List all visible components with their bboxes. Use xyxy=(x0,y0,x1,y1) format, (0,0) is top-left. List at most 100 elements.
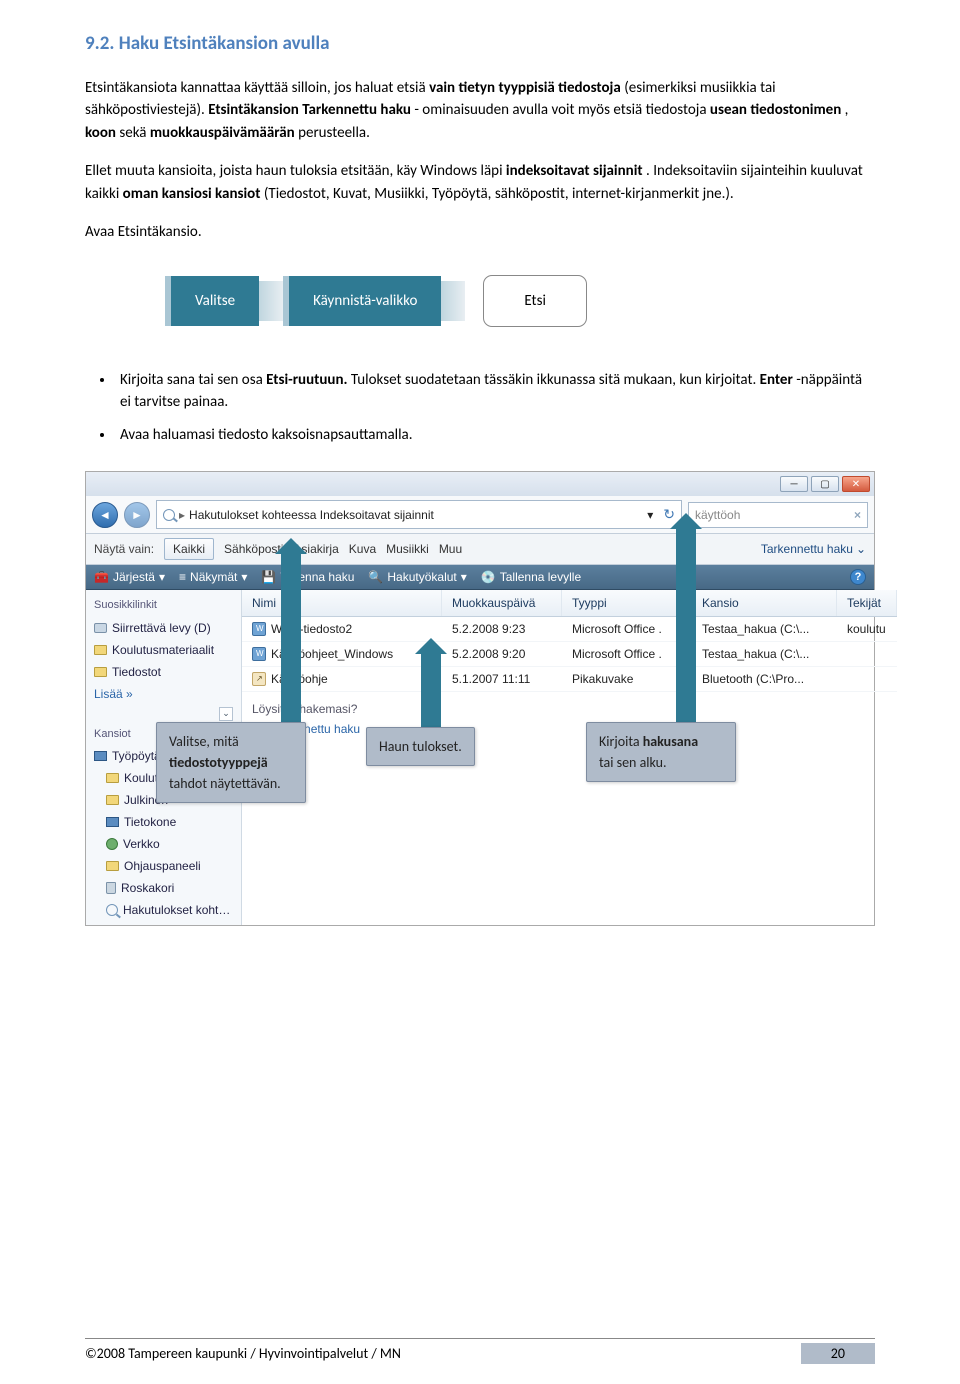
filter-image[interactable]: Kuva xyxy=(349,540,376,558)
explorer-screenshot: ─ ▢ ✕ ◄ ► ▸ Hakutulokset kohteessa Indek… xyxy=(85,471,875,926)
annotation-searchword: Kirjoita hakusana tai sen alku. xyxy=(586,722,736,782)
minimize-button[interactable]: ─ xyxy=(780,476,808,492)
burn-button[interactable]: 💿 Tallenna levylle xyxy=(481,568,581,586)
advanced-search-link[interactable]: Tarkennettu haku ⌄ xyxy=(761,540,866,558)
text-bold: oman kansiosi kansiot xyxy=(123,185,261,203)
col-folder[interactable]: Kansio xyxy=(692,590,837,616)
clear-search-icon[interactable]: × xyxy=(854,506,861,524)
organize-button[interactable]: 🧰 Järjestä ▾ xyxy=(94,568,165,586)
column-headers: Nimi Muokkauspäivä Tyyppi Kansio Tekijät xyxy=(242,590,897,617)
text-bold: muokkauspäivämäärän xyxy=(150,124,295,142)
help-button[interactable]: ? xyxy=(850,569,866,585)
text: Haun tulokset. xyxy=(379,738,462,755)
crumb-dropdown-icon[interactable]: ▾ xyxy=(647,506,653,524)
sidebar-item-control[interactable]: Ohjauspaneeli xyxy=(86,855,241,877)
filter-other[interactable]: Muu xyxy=(439,540,462,558)
save-search-button[interactable]: 💾 Tallenna haku xyxy=(261,568,354,586)
annotation-results: Haun tulokset. xyxy=(366,727,475,766)
bullet-item: Avaa haluamasi tiedosto kaksoisnapsautta… xyxy=(115,424,875,447)
chevron-down-icon: ⌄ xyxy=(856,540,866,558)
sidebar-favorites-header: Suosikkilinkit xyxy=(86,594,241,617)
results-area: Nimi Muokkauspäivä Tyyppi Kansio Tekijät… xyxy=(242,590,897,925)
filter-all[interactable]: Kaikki xyxy=(164,538,214,560)
text: Koulutusmateriaalit xyxy=(112,641,214,659)
search-input[interactable]: käyttöoh × xyxy=(688,502,868,528)
text: tahdot näytettävän. xyxy=(169,775,281,792)
forward-button[interactable]: ► xyxy=(124,502,150,528)
text: Tietokone xyxy=(124,813,176,831)
sidebar-collapse-button[interactable]: ⌄ xyxy=(219,707,233,721)
table-row[interactable]: Word-tiedosto2 5.2.2008 9:23 Microsoft O… xyxy=(242,617,897,642)
text: Verkko xyxy=(123,835,160,853)
paragraph-1: Etsintäkansiota kannattaa käyttää silloi… xyxy=(85,77,875,145)
cell-date: 5.2.2008 9:23 xyxy=(442,617,562,641)
text: Löysitkö hakemasi? xyxy=(252,702,357,716)
col-name[interactable]: Nimi xyxy=(242,590,442,616)
text: sekä xyxy=(119,124,149,142)
folder-icon xyxy=(94,667,107,677)
table-row[interactable]: Käyttöohjeet_Windows 5.2.2008 9:20 Micro… xyxy=(242,642,897,667)
crumb-text: Hakutulokset kohteessa Indeksoitavat sij… xyxy=(189,506,434,524)
views-button[interactable]: ≡ Näkymät ▾ xyxy=(179,568,247,586)
cell-type: Microsoft Office . xyxy=(562,642,692,666)
sidebar-item-removable[interactable]: Siirrettävä levy (D) xyxy=(86,617,241,639)
word-file-icon xyxy=(252,647,266,661)
text: perusteella. xyxy=(298,124,370,142)
paragraph-3: Avaa Etsintäkansio. xyxy=(85,221,875,244)
text: Tulokset suodatetaan tässäkin ikkunassa … xyxy=(351,371,760,389)
back-button[interactable]: ◄ xyxy=(92,502,118,528)
folder-icon xyxy=(94,645,107,655)
sidebar-item-network[interactable]: Verkko xyxy=(86,833,241,855)
folder-icon xyxy=(106,773,119,783)
paragraph-2: Ellet muuta kansioita, joista haun tulok… xyxy=(85,160,875,205)
filter-row: Näytä vain: Kaikki Sähköposti Asiakirja … xyxy=(86,534,874,565)
text: Roskakori xyxy=(121,879,174,897)
section-heading: 9.2. Haku Etsintäkansion avulla xyxy=(85,30,875,59)
maximize-button[interactable]: ▢ xyxy=(811,476,839,492)
refine-search-link[interactable]: Tarkennettu haku xyxy=(252,720,887,738)
cell-type: Microsoft Office . xyxy=(562,617,692,641)
sidebar-item-recycle[interactable]: Roskakori xyxy=(86,877,241,899)
annotation-filetypes: Valitse, mitä tiedostotyyppejä tahdot nä… xyxy=(156,722,306,803)
cell-folder: Testaa_hakua (C:\... xyxy=(692,617,837,641)
filter-label: Näytä vain: xyxy=(94,540,154,558)
search-tools-button[interactable]: 🔍 Hakutyökalut ▾ xyxy=(368,568,466,586)
sidebar-item-materials[interactable]: Koulutusmateriaalit xyxy=(86,639,241,661)
flow-step-2: Käynnistä-valikko xyxy=(283,276,441,327)
col-modified[interactable]: Muokkauspäivä xyxy=(442,590,562,616)
text: Tarkennettu haku xyxy=(761,540,853,558)
close-button[interactable]: ✕ xyxy=(842,476,870,492)
crumb-separator: ▸ xyxy=(179,506,185,524)
text-bold: koon xyxy=(85,124,116,142)
text: Ellet muuta kansioita, joista haun tulok… xyxy=(85,162,506,180)
window-titlebar: ─ ▢ ✕ xyxy=(86,472,874,496)
col-author[interactable]: Tekijät xyxy=(837,590,897,616)
text-bold: hakusana xyxy=(643,733,698,750)
text: Näkymät xyxy=(190,568,237,586)
text-bold: Etsi-ruutuun. xyxy=(266,371,347,389)
text: Kirjoita sana tai sen osa xyxy=(120,371,266,389)
sidebar-item-computer[interactable]: Tietokone xyxy=(86,811,241,833)
text: Siirrettävä levy (D) xyxy=(112,619,211,637)
cell-folder: Bluetooth (C:\Pro... xyxy=(692,667,837,691)
sidebar-item-documents[interactable]: Tiedostot xyxy=(86,661,241,683)
text-bold: tiedostotyyppejä xyxy=(169,754,268,771)
text: Työpöytä xyxy=(112,747,161,765)
cell-author xyxy=(837,667,897,691)
sidebar-more-link[interactable]: Lisää » xyxy=(86,683,241,705)
text: , xyxy=(845,101,849,119)
text: Järjestä xyxy=(113,568,155,586)
sidebar-item-results[interactable]: Hakutulokset kohteessa Indeksoita xyxy=(86,899,241,921)
table-row[interactable]: Käyttöohje 5.1.2007 11:11 Pikakuvake Blu… xyxy=(242,667,897,692)
cell-date: 5.2.2008 9:20 xyxy=(442,642,562,666)
filter-music[interactable]: Musiikki xyxy=(386,540,429,558)
text: Hakutyökalut xyxy=(387,568,456,586)
text: Ohjauspaneeli xyxy=(124,857,201,875)
computer-icon xyxy=(106,817,119,827)
text: Tallenna levylle xyxy=(500,568,581,586)
breadcrumb[interactable]: ▸ Hakutulokset kohteessa Indeksoitavat s… xyxy=(156,500,682,529)
cell-author xyxy=(837,642,897,666)
col-type[interactable]: Tyyppi xyxy=(562,590,692,616)
cell-folder: Testaa_hakua (C:\... xyxy=(692,642,837,666)
text-bold: Enter xyxy=(760,371,793,389)
